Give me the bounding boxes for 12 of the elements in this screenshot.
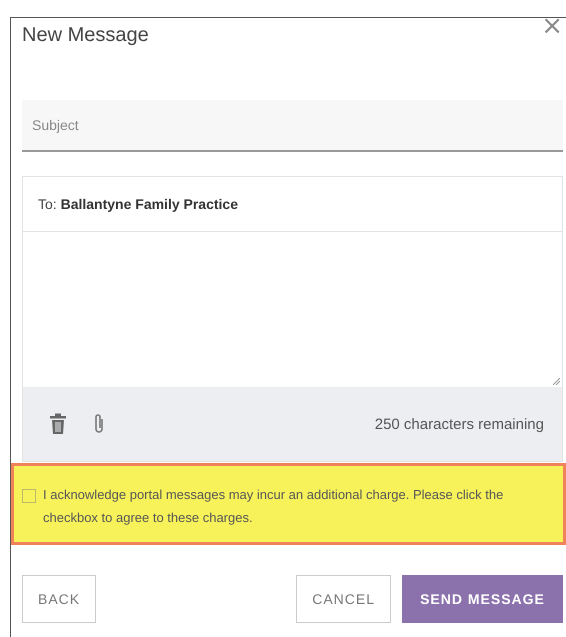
send-message-button[interactable]: SEND MESSAGE (402, 575, 563, 623)
back-button[interactable]: BACK (22, 575, 96, 623)
acknowledge-checkbox[interactable] (22, 489, 36, 503)
paperclip-icon[interactable] (93, 413, 105, 435)
subject-field[interactable]: Subject (22, 100, 563, 152)
close-button[interactable]: × (541, 16, 563, 36)
cancel-button[interactable]: CANCEL (296, 575, 391, 623)
dialog-title: New Message (22, 24, 149, 47)
acknowledgement-text: I acknowledge portal messages may incur an additional charge. Please click the checkbox to agree to these charges. (43, 486, 504, 527)
resize-handle-icon[interactable] (553, 378, 560, 385)
delete-icon[interactable] (49, 413, 67, 435)
character-counter: 250 characters remaining (374, 416, 544, 432)
